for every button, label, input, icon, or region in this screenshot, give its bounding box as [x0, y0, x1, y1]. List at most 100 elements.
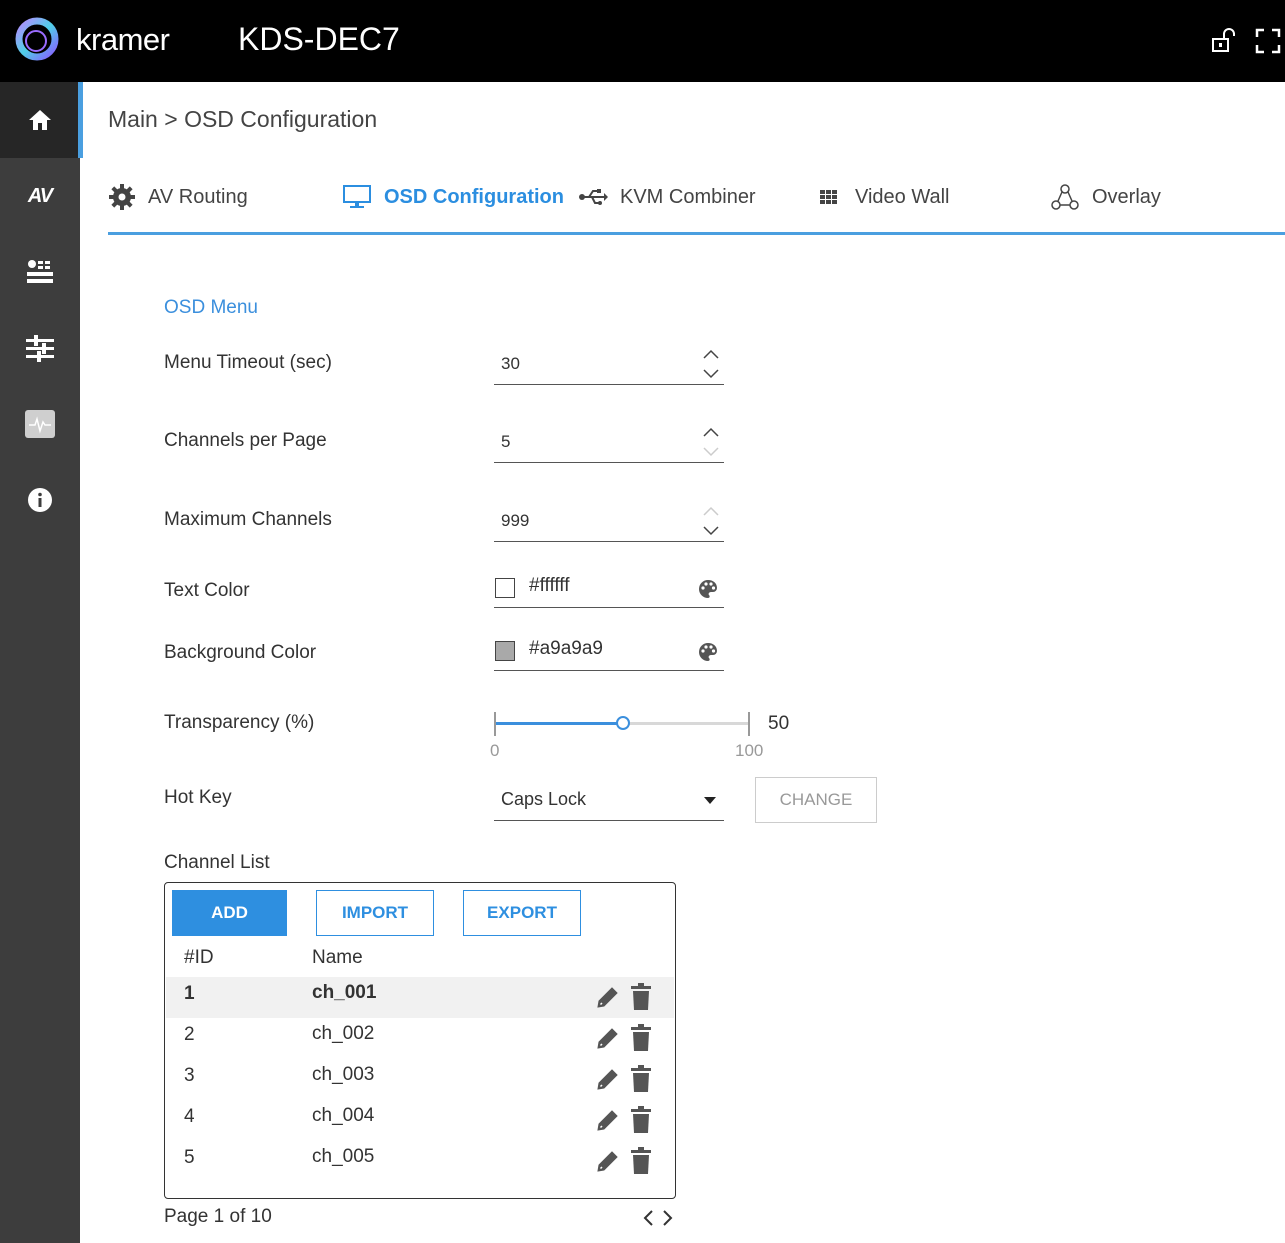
import-button[interactable]: IMPORT: [316, 890, 434, 936]
sidebar-item-settings[interactable]: [0, 310, 80, 386]
row-id: 5: [184, 1147, 195, 1168]
channel-list-title: Channel List: [164, 852, 270, 873]
diagnostics-icon: [25, 410, 55, 438]
edit-pencil-icon[interactable]: [594, 1149, 620, 1175]
sidebar-active-indicator: [78, 82, 83, 158]
tab-label: AV Routing: [148, 185, 248, 208]
av-icon: AV: [27, 184, 53, 207]
lock-open-icon[interactable]: [1208, 26, 1238, 56]
row-name: ch_001: [312, 982, 377, 1003]
palette-icon[interactable]: [698, 642, 718, 662]
menu-timeout-input[interactable]: 30: [494, 348, 724, 385]
row-id: 2: [184, 1024, 195, 1045]
add-channel-button[interactable]: ADD: [172, 890, 287, 936]
channels-per-page-input[interactable]: 5: [494, 426, 724, 463]
row-id: 3: [184, 1065, 195, 1086]
edit-pencil-icon[interactable]: [594, 985, 620, 1011]
pagination-arrows-icon[interactable]: [642, 1207, 674, 1229]
sidebar-item-diagnostics[interactable]: [0, 386, 80, 462]
column-header-name: Name: [312, 947, 363, 968]
maximum-channels-value: 999: [501, 511, 530, 530]
trash-icon[interactable]: [630, 1065, 652, 1093]
caret-down-icon: [704, 797, 716, 804]
tab-video-wall[interactable]: Video Wall: [817, 182, 950, 212]
sidebar-item-home[interactable]: [0, 82, 80, 158]
hot-key-value: Caps Lock: [501, 789, 587, 809]
monitor-icon: [343, 185, 371, 208]
tab-av-routing[interactable]: AV Routing: [108, 182, 248, 212]
export-button[interactable]: EXPORT: [463, 890, 581, 936]
edit-pencil-icon[interactable]: [594, 1108, 620, 1134]
edit-pencil-icon[interactable]: [594, 1026, 620, 1052]
row-name: ch_005: [312, 1146, 375, 1167]
kramer-logo-icon: [15, 17, 59, 61]
text-color-label: Text Color: [164, 580, 250, 601]
column-header-id: #ID: [184, 947, 214, 968]
edit-pencil-icon[interactable]: [594, 1067, 620, 1093]
text-color-swatch[interactable]: [495, 578, 515, 598]
channels-per-page-label: Channels per Page: [164, 430, 327, 451]
top-bar: kramer KDS-DEC7: [0, 0, 1285, 82]
breadcrumb: Main > OSD Configuration: [108, 106, 378, 132]
table-row[interactable]: 5 ch_005: [166, 1141, 674, 1182]
menu-timeout-label: Menu Timeout (sec): [164, 352, 332, 373]
fullscreen-icon[interactable]: [1253, 26, 1283, 56]
table-row[interactable]: 2 ch_002: [166, 1018, 674, 1059]
sidebar-item-device-settings[interactable]: [0, 234, 80, 310]
table-row[interactable]: 3 ch_003: [166, 1059, 674, 1100]
overlay-icon: [1051, 184, 1079, 210]
row-id: 4: [184, 1106, 195, 1127]
row-name: ch_004: [312, 1105, 375, 1126]
usb-icon: [579, 189, 608, 205]
sidebar: AV: [0, 82, 80, 1243]
trash-icon[interactable]: [630, 983, 652, 1011]
home-icon: [29, 110, 51, 130]
device-settings-icon: [27, 260, 53, 283]
hot-key-select[interactable]: Caps Lock: [494, 780, 724, 821]
slider-max-tick: [748, 712, 750, 736]
slider-min-tick: [494, 712, 496, 736]
tab-osd-configuration[interactable]: OSD Configuration: [342, 182, 564, 212]
sliders-icon: [26, 335, 54, 362]
tab-label: OSD Configuration: [384, 185, 564, 208]
background-color-swatch[interactable]: [495, 641, 515, 661]
spinner-icon[interactable]: [702, 346, 720, 386]
transparency-value: 50: [768, 713, 790, 734]
sidebar-item-av[interactable]: AV: [0, 158, 80, 234]
slider-min-label: 0: [490, 741, 500, 760]
row-id: 1: [184, 983, 195, 1004]
tab-overlay[interactable]: Overlay: [1050, 182, 1161, 212]
sidebar-item-info[interactable]: [0, 462, 80, 538]
text-color-value: #ffffff: [529, 575, 570, 596]
brand-name: kramer: [76, 22, 170, 57]
row-name: ch_003: [312, 1064, 375, 1085]
trash-icon[interactable]: [630, 1147, 652, 1175]
table-row[interactable]: 1 ch_001: [166, 977, 674, 1018]
change-hot-key-button[interactable]: CHANGE: [755, 777, 877, 823]
info-icon: [28, 488, 52, 512]
slider-max-label: 100: [735, 741, 764, 760]
device-model: KDS-DEC7: [238, 21, 400, 57]
tabs-underline: [108, 232, 1285, 235]
text-color-field[interactable]: #ffffff: [494, 571, 724, 608]
grid-icon: [820, 190, 837, 204]
trash-icon[interactable]: [630, 1106, 652, 1134]
trash-icon[interactable]: [630, 1024, 652, 1052]
transparency-label: Transparency (%): [164, 712, 315, 733]
palette-icon[interactable]: [698, 579, 718, 599]
pagination-label: Page 1 of 10: [164, 1206, 272, 1227]
table-row[interactable]: 4 ch_004: [166, 1100, 674, 1141]
hot-key-label: Hot Key: [164, 787, 232, 808]
transparency-slider-handle[interactable]: [616, 716, 630, 730]
tab-label: Overlay: [1092, 185, 1161, 208]
tab-label: Video Wall: [855, 185, 950, 208]
tab-kvm-combiner[interactable]: KVM Combiner: [578, 182, 756, 212]
spinner-icon[interactable]: [702, 503, 720, 543]
section-title: OSD Menu: [164, 297, 258, 318]
spinner-icon[interactable]: [702, 424, 720, 464]
channels-per-page-value: 5: [501, 432, 511, 451]
maximum-channels-input[interactable]: 999: [494, 505, 724, 542]
background-color-field[interactable]: #a9a9a9: [494, 634, 724, 671]
tab-label: KVM Combiner: [620, 185, 756, 208]
background-color-value: #a9a9a9: [529, 638, 603, 659]
